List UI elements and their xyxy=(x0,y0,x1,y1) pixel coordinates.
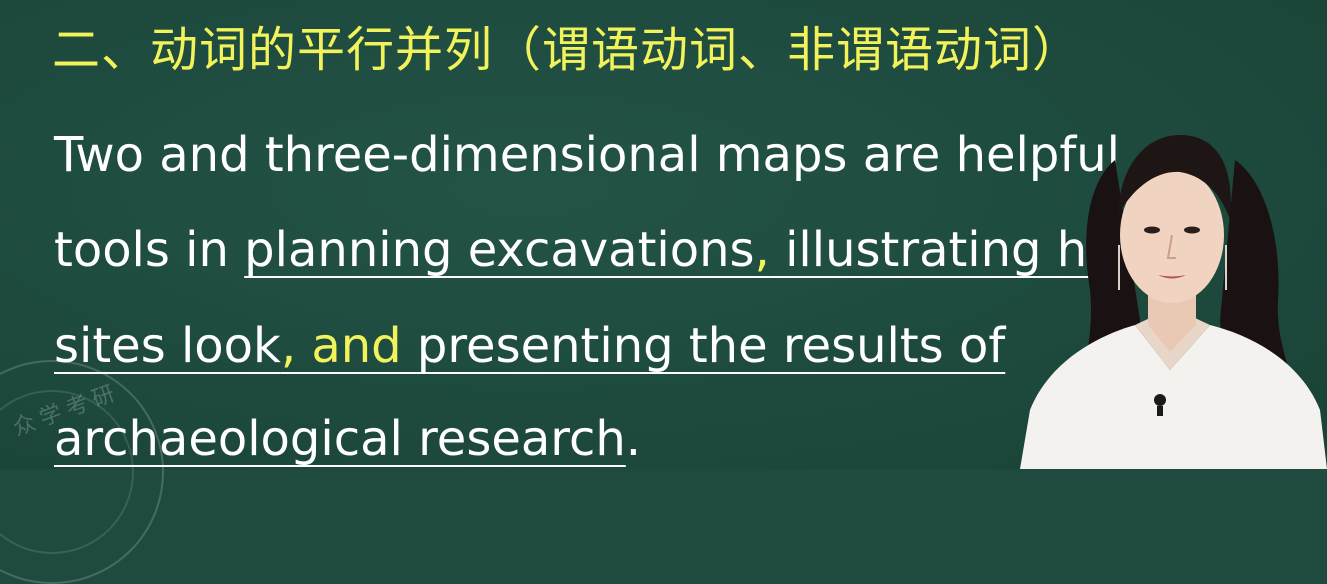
underlined-phrase-sites-look: sites look xyxy=(54,318,281,374)
sentence-period: . xyxy=(625,411,642,467)
sentence-line-1: Two and three-dimensional maps are helpf… xyxy=(54,131,1120,179)
sentence-line-3: sites look, and presenting the results o… xyxy=(54,322,1005,370)
lesson-heading: 二、动词的平行并列（谓语动词、非谓语动词） xyxy=(52,22,1082,78)
sentence-text: Two and three-dimensional maps are helpf… xyxy=(54,127,1120,183)
sentence-text: tools in xyxy=(54,222,245,278)
presenter-image xyxy=(1020,135,1327,469)
underlined-phrase-research: archaeological research xyxy=(54,411,626,467)
highlighted-and: , and xyxy=(280,318,417,374)
sentence-line-4: archaeological research. xyxy=(54,415,641,463)
underlined-phrase-planning: planning excavations xyxy=(244,222,755,278)
underlined-phrase-presenting: presenting the results of xyxy=(416,318,1006,374)
sentence-line-2: tools in planning excavations, illustrat… xyxy=(54,226,1156,274)
highlighted-comma: , xyxy=(754,222,770,278)
